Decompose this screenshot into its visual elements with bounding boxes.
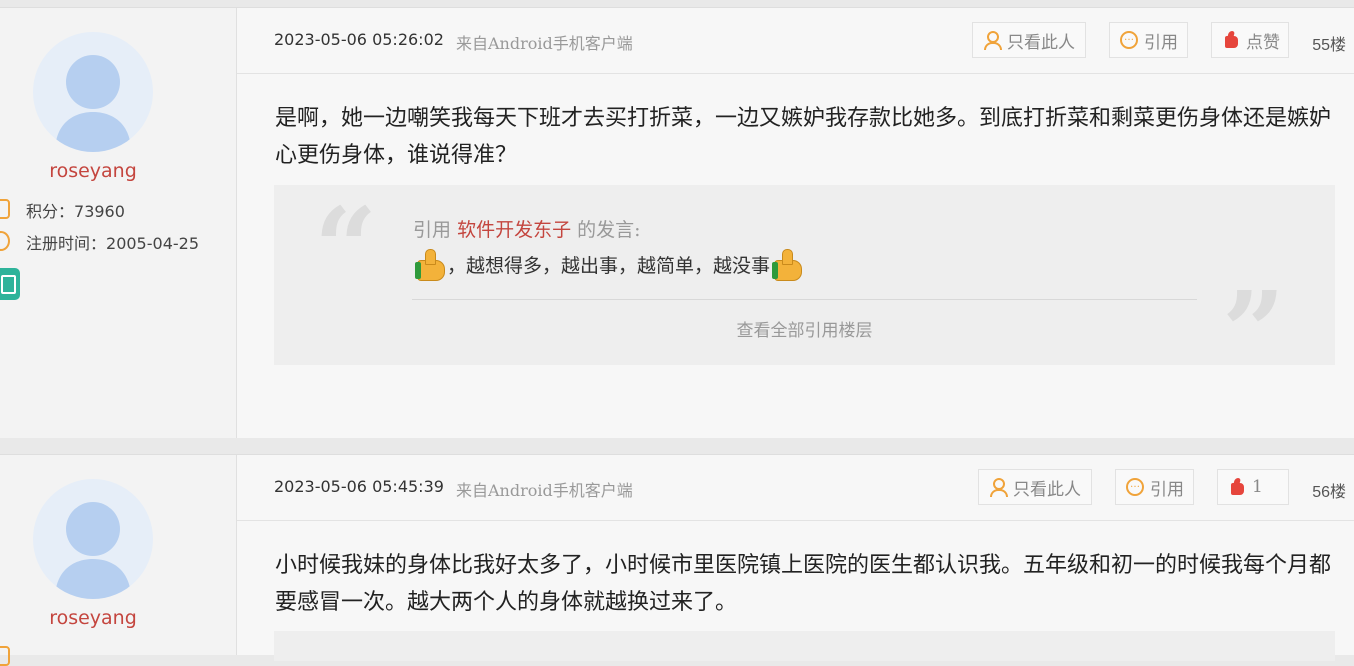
post-text: 是啊，她一边嘲笑我每天下班才去买打折菜，一边又嫉妒我存款比她多。到底打折菜和剩菜…: [275, 106, 1332, 168]
post-content: 2023-05-06 05:45:39 来自Android手机客户端 只看此人 …: [237, 455, 1354, 661]
coin-icon: [0, 646, 10, 666]
quote-text: ，越想得多，越出事，越简单，越没事: [413, 248, 804, 281]
like-icon: [1222, 31, 1240, 49]
post-source: 来自Android手机客户端: [456, 481, 633, 500]
clock-icon: [0, 231, 10, 251]
coin-icon: [0, 199, 10, 219]
close-quote-icon: ”: [1222, 267, 1286, 396]
post-text: 小时候我妹的身体比我好太多了，小时候市里医院镇上医院的医生都认识我。五年级和初一…: [275, 553, 1332, 615]
points-value: 73960: [74, 202, 125, 221]
points-label: 积分：: [26, 202, 75, 221]
quote-header: 引用 软件开发东子 的发言:: [413, 215, 641, 242]
quote-icon: [1120, 31, 1138, 49]
person-icon: [989, 478, 1008, 497]
floor-number: 55楼: [1312, 37, 1346, 54]
quote-label: 引用: [1144, 32, 1178, 53]
like-icon: [1228, 478, 1246, 496]
avatar-image: [55, 502, 131, 599]
like-label: 点赞: [1246, 32, 1280, 53]
username[interactable]: roseyang: [0, 160, 186, 182]
user-sidebar: roseyang 积分：73960 注册时间：2005-04-25: [0, 8, 237, 438]
quote-prefix: 引用: [413, 219, 452, 241]
quote-icon: [1126, 478, 1144, 496]
like-button[interactable]: 点赞: [1211, 22, 1289, 58]
avatar[interactable]: [33, 32, 153, 152]
post-56: roseyang 2023-05-06 05:45:39 来自Android手机…: [0, 454, 1354, 666]
only-this-user-button[interactable]: 只看此人: [972, 22, 1086, 58]
post-55: roseyang 积分：73960 注册时间：2005-04-25 2023-0…: [0, 7, 1354, 438]
only-this-user-label: 只看此人: [1013, 479, 1081, 500]
like-count: 1: [1252, 477, 1263, 497]
avatar-image: [55, 55, 131, 152]
register-date: 2005-04-25: [106, 234, 199, 253]
thumbs-up-emoji: [415, 248, 445, 281]
thumbs-up-emoji: [772, 248, 803, 281]
only-this-user-button[interactable]: 只看此人: [978, 469, 1092, 505]
post-header: 2023-05-06 05:26:02 来自Android手机客户端 只看此人 …: [237, 8, 1354, 74]
register-label: 注册时间：: [26, 234, 107, 253]
like-button[interactable]: 1: [1217, 469, 1289, 505]
quote-suffix: 的发言:: [577, 219, 641, 241]
quote-author[interactable]: 软件开发东子: [457, 219, 571, 241]
post-header: 2023-05-06 05:45:39 来自Android手机客户端 只看此人 …: [237, 455, 1354, 521]
post-content: 2023-05-06 05:26:02 来自Android手机客户端 只看此人 …: [237, 8, 1354, 438]
quote-button[interactable]: 引用: [1115, 469, 1194, 505]
post-date: 2023-05-06 05:45:39: [274, 477, 444, 496]
avatar[interactable]: [33, 479, 153, 599]
quote-body: ，越想得多，越出事，越简单，越没事: [447, 254, 771, 277]
quote-block: [274, 631, 1335, 661]
person-icon: [983, 31, 1002, 50]
quote-divider: [412, 299, 1197, 300]
quote-label: 引用: [1150, 479, 1184, 500]
quote-block: “ ” 引用 软件开发东子 的发言: ，越想得多，越出事，越简单，越没事 查看全…: [274, 183, 1335, 387]
view-all-quotes-link[interactable]: 查看全部引用楼层: [412, 316, 1197, 341]
tablet-icon: [0, 268, 20, 300]
only-this-user-label: 只看此人: [1007, 32, 1075, 53]
post-date: 2023-05-06 05:26:02: [274, 30, 444, 49]
floor-number: 56楼: [1312, 484, 1346, 501]
quote-button[interactable]: 引用: [1109, 22, 1188, 58]
username[interactable]: roseyang: [0, 607, 186, 629]
open-quote-icon: “: [314, 183, 378, 312]
post-source: 来自Android手机客户端: [456, 34, 633, 53]
user-sidebar: roseyang: [0, 455, 237, 666]
